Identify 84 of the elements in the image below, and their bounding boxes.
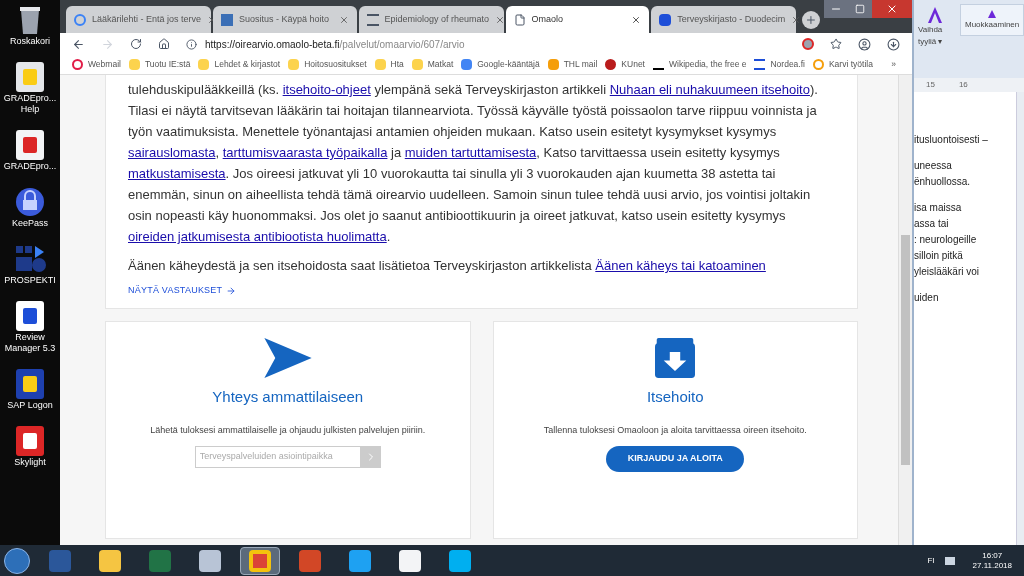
tab-title: Suositus - Käypä hoito [239,12,331,26]
show-answers-link[interactable]: NÄYTÄ VASTAUKSET [128,284,237,298]
bookmark-item[interactable]: THL mail [547,58,598,71]
document-text-line: isa maissa [914,201,963,215]
desktop-icon-label[interactable]: SAP Logon [7,400,53,411]
bookmark-item[interactable]: Hoitosuositukset [288,58,367,71]
browser-tab[interactable]: Omaolo [505,6,650,33]
browser-tab[interactable]: Epidemiology of rheumato [358,6,504,33]
desktop-icon-label[interactable]: Roskakori [10,36,50,47]
inline-link[interactable]: Nuhaan eli nuhakuumeen itsehoito [609,82,810,97]
change-style-button[interactable]: Vaihda tyyliä ▾ [918,4,952,48]
square-logo-icon [221,13,233,26]
bookmark-item[interactable]: Karvi työtila [812,58,873,71]
close-icon[interactable] [791,14,802,25]
profile-icon[interactable] [858,37,871,51]
login-start-button[interactable]: KIRJAUDU JA ALOITA [606,445,745,472]
start-button[interactable] [4,547,30,574]
bookmark-star-icon[interactable] [830,38,842,50]
close-icon[interactable] [495,14,506,25]
close-icon[interactable] [338,14,349,25]
bookmark-item[interactable]: Nordea.fi [754,58,805,71]
browser-tab[interactable]: Terveyskirjasto - Duodecim [651,6,797,33]
download-icon[interactable] [887,37,900,51]
new-tab-button[interactable] [802,11,820,29]
info-paragraph: Äänen käheydestä ja sen itsehoidosta saat lisätietoa Terveyskirjaston artikkelista Äänen käheys tai katoaminen [128,257,767,275]
taskbar-app-button[interactable] [240,546,280,575]
document-text-line: uneessa [914,159,953,173]
browser-tab[interactable]: Suositus - Käypä hoito [213,6,357,33]
page-icon [513,13,526,26]
download-box-icon [655,337,696,378]
desktop-icon-label[interactable]: Skylight [14,457,46,468]
arrow-right-icon [226,285,237,296]
document-text-line: silloin pitkä [914,249,964,263]
home-icon[interactable] [158,38,170,50]
inline-link[interactable]: oireiden jatkumisesta antibiootista huolimatta [128,229,387,244]
editing-button[interactable]: Muokkaaminen [960,4,1024,36]
tab-title: Lääkärilehti - Entä jos terve [92,12,202,26]
send-icon [263,337,312,378]
browser-tab[interactable]: Lääkärilehti - Entä jos terve [66,6,211,33]
close-icon[interactable] [631,14,642,25]
back-icon[interactable] [72,37,85,51]
bookmark-item[interactable]: KUnet [605,58,645,71]
bookmark-item[interactable]: Google-kääntäjä [461,58,540,71]
tab-title: Omaolo [531,12,565,26]
language-indicator[interactable]: FI [927,554,935,567]
desktop-icon-label[interactable]: GRADEpro... Help [1,93,59,115]
inline-link[interactable]: tarttumisvaarasta työpaikalla [222,145,388,160]
bookmark-item[interactable]: Wikipedia, the free e [652,58,747,71]
reload-icon[interactable] [130,38,142,50]
desktop-icon-label[interactable]: KeePass [12,218,48,229]
desktop-icon-label[interactable]: Review Manager 5.3 [1,332,59,354]
scrollbar[interactable] [898,75,912,545]
clock[interactable]: 16:07 27.11.2018 [964,550,1020,571]
desktop-icon-label[interactable]: PROSPEKTI [4,275,56,286]
bookmark-item[interactable]: Webmail [72,58,121,71]
document-text-line: uiden [914,291,940,305]
inline-link[interactable]: itsehoito-ohjeet [282,82,371,97]
bookmark-item[interactable]: Matkat [411,58,454,71]
card-title: Yhteys ammattilaiseen [212,386,364,407]
result-paragraph: tulehduskipulääkkeillä (ks. itsehoito-ohjeet ylempänä sekä Terveyskirjaston artikkeli Nuhaan eli nuhakuumeen itsehoito). Tilasi ei näytä tarvitsevan lääkärin tai hoitajan tilannearviota. Työssä käyvälle työstä poissaolon tarve riippuu voinnista ja työn vaatimuksista. Menettele työnantajasi antamien ohjeiden mukaan. Katso usein esitetyt kysymykset kysymys sairauslomasta, tarttumisvaarasta työpaikalla ja muiden tartuttamisesta, Katso tarvittaessa usein esitetty kysymys matkustamisesta. Jos oireesi jatkuvat yli 10 vuorokautta tai sinulla yli 3 vuorokauden ajan kuumetta 38 astetta tai enemmän, sinun on aiheellista tehdä tämä oirearvio uudelleen. Samoin sinun tulee tehdä uusi arvio, jos vointisi joltakin osin nopeasti käy huonommaksi. Jos olet jo saanut antibioottikuurin ja oireet jatkuvat, katso usein esitetty kysymys oireiden jatkumisesta antibiootista huolimatta. [128,81,819,246]
bookmark-item[interactable]: Tuotu IE:stä [128,58,191,71]
card-description: Tallenna tuloksesi Omaoloon ja aloita tarvittaessa oireen itsehoito. [543,424,807,437]
maximize-button[interactable] [848,0,872,18]
inline-link[interactable]: matkustamisesta [128,166,226,181]
card-title: Itsehoito [646,386,704,407]
document-text-line: yleislääkäri voi [914,265,981,279]
shapes-grid-icon[interactable] [13,243,47,275]
document-text-line: itusluontoisesti – [914,133,989,147]
document-text-line: ënhuollossa. [914,175,972,189]
bookmark-item[interactable]: Hta [374,58,404,71]
document-text-line: assa tai [914,217,950,231]
padlock-icon[interactable] [13,186,47,218]
more-bookmarks-button[interactable]: » [891,58,900,71]
ring-logo-icon [812,59,824,70]
bookmark-item[interactable]: Lehdet & kirjastot [198,58,281,71]
tab-title: Terveyskirjasto - Duodecim [677,12,786,26]
extension-icon[interactable] [802,38,814,50]
desktop-icon-label[interactable]: GRADEpro... [3,161,57,172]
card-description: Lähetä tuloksesi ammattilaiselle ja ohjaudu julkisten palvelujen piiriin. [150,424,426,437]
tab-title: Epidemiology of rheumato [384,12,490,26]
inline-link[interactable]: Äänen käheys tai katoaminen [595,258,766,273]
service-location-field[interactable]: Terveyspalveluiden asiointipaikka [194,445,361,468]
document-text-line: : neurologeille [914,233,978,247]
ruler: 15 16 [914,78,1024,92]
